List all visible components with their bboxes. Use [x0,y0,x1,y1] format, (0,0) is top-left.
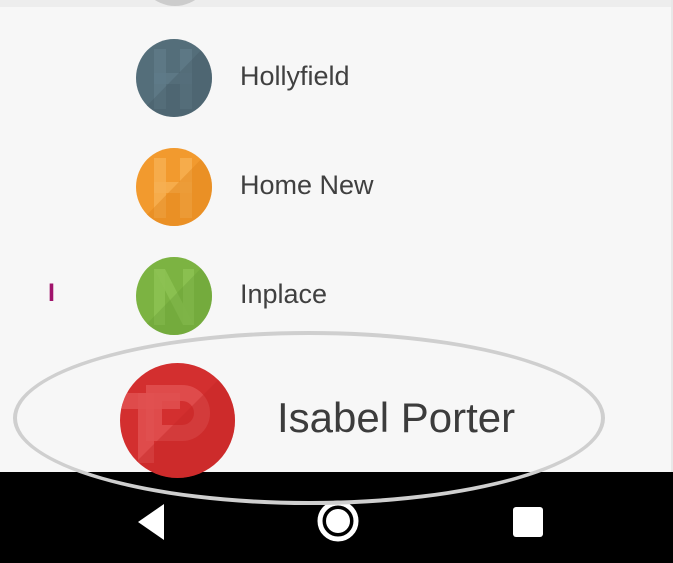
letter-n-avatar-icon [136,257,212,335]
letter-h-avatar-icon [136,148,212,226]
letter-h-avatar-icon [136,39,212,117]
back-button[interactable] [130,500,174,544]
contact-row-hollyfield[interactable]: Hollyfield [0,39,671,139]
system-navigation-bar [0,472,673,563]
contact-row-inplace[interactable]: I Inplace [0,257,671,357]
letter-p-avatar-icon[interactable] [120,363,235,478]
recents-button[interactable] [506,500,550,544]
contact-row-home-new[interactable]: Home New [0,148,671,248]
contacts-screen: Hollyfield Home New I Inplace Isabel Por… [0,0,673,563]
recents-square-icon [513,507,543,537]
home-button[interactable] [316,499,360,543]
home-circle-icon [317,500,359,542]
contact-name: Home New [240,170,374,200]
back-triangle-icon [138,504,164,540]
top-divider [0,0,673,7]
contact-name: Inplace [240,279,328,309]
highlighted-contact-name[interactable]: Isabel Porter [277,394,515,442]
section-index-letter: I [48,279,55,307]
contact-name: Hollyfield [240,61,350,91]
